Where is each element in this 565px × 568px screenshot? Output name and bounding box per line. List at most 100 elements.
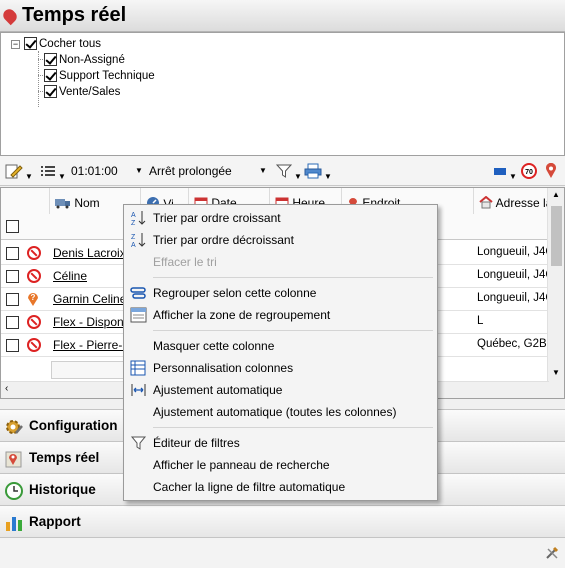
- menu-item-filter-editor[interactable]: Éditeur de filtres: [124, 432, 437, 454]
- menu-item-hide-auto-filter-row[interactable]: Cacher la ligne de filtre automatique: [124, 476, 437, 498]
- edit-dropdown[interactable]: ▼: [5, 163, 33, 181]
- nav-label: Temps réel: [29, 450, 100, 465]
- menu-item-label: Ajustement automatique (toutes les colon…: [153, 405, 397, 419]
- print-dropdown[interactable]: ▼: [304, 163, 332, 181]
- speed-limit-icon: 70: [521, 163, 537, 179]
- tree-item-vente-sales[interactable]: Vente/Sales: [44, 84, 120, 100]
- clock-icon: [5, 482, 23, 500]
- column-context-menu: AZ Trier par ordre croissant ZA Trier pa…: [123, 204, 438, 501]
- row-checkbox[interactable]: [6, 293, 19, 306]
- menu-item-label: Effacer le tri: [153, 255, 217, 269]
- menu-item-label: Trier par ordre croissant: [153, 211, 281, 225]
- row-address: L: [477, 315, 484, 327]
- status-select-value: Arrêt prolongée: [149, 164, 232, 178]
- tree-item-support-technique[interactable]: Support Technique: [44, 68, 155, 84]
- column-chooser-icon: [130, 360, 146, 376]
- sort-descending-icon: ZA: [131, 233, 146, 248]
- nav-rapport[interactable]: Rapport: [0, 505, 565, 537]
- tree-item-non-assigne[interactable]: Non-Assigné: [44, 52, 125, 68]
- row-checkbox[interactable]: [6, 247, 19, 260]
- title-bar: Temps réel: [0, 0, 565, 32]
- time-value: 01:01:00: [71, 164, 118, 178]
- speed-limit-button[interactable]: 70: [521, 163, 537, 179]
- row-name-link[interactable]: Céline: [53, 269, 87, 283]
- scroll-down-icon[interactable]: ▼: [552, 368, 560, 377]
- menu-item-sort-descending[interactable]: ZA Trier par ordre décroissant: [124, 229, 437, 251]
- sort-ascending-icon: AZ: [131, 211, 146, 226]
- group-by-icon: [130, 287, 146, 299]
- group-tree: − Cocher tous Non-Assigné Support Techniq…: [0, 32, 565, 156]
- svg-text:70: 70: [525, 169, 533, 176]
- page-title: Temps réel: [22, 4, 127, 26]
- row-address: Québec, G2B 4: [477, 338, 557, 350]
- nav-label: Historique: [29, 482, 96, 497]
- tree-root[interactable]: − Cocher tous: [11, 36, 101, 52]
- scroll-thumb[interactable]: [551, 206, 562, 266]
- menu-item-label: Masquer cette colonne: [153, 339, 275, 353]
- scroll-up-icon[interactable]: ▲: [552, 190, 560, 199]
- status-select[interactable]: Arrêt prolongée ▼: [149, 163, 267, 179]
- menu-item-best-fit[interactable]: Ajustement automatique: [124, 379, 437, 401]
- color-dropdown[interactable]: ▼: [493, 163, 517, 181]
- time-select[interactable]: 01:01:00 ▼: [71, 163, 143, 179]
- map-pin-button[interactable]: [544, 162, 558, 179]
- column-label: Nom: [74, 196, 100, 210]
- menu-item-label: Regrouper selon cette colonne: [153, 286, 317, 300]
- row-checkbox[interactable]: [6, 270, 19, 283]
- scroll-left-icon[interactable]: ‹: [5, 383, 8, 394]
- filter-dropdown[interactable]: ▼: [275, 163, 302, 181]
- row-address: Longueuil, J4G: [477, 292, 555, 304]
- menu-item-show-group-panel[interactable]: Afficher la zone de regroupement: [124, 304, 437, 326]
- map-icon: [5, 451, 22, 468]
- check-all-checkbox[interactable]: [24, 37, 37, 50]
- question-pin-icon: ?: [28, 293, 38, 306]
- vertical-scrollbar[interactable]: ▲ ▼: [547, 188, 564, 398]
- list-dropdown[interactable]: ▼: [40, 163, 66, 181]
- toolbar: ▼ ▼ 01:01:00 ▼ Arrêt prolongée ▼ ▼ ▼ ▼ 7…: [0, 156, 565, 186]
- column-header-adresse[interactable]: Adresse la: [479, 195, 552, 210]
- row-checkbox[interactable]: [6, 339, 19, 352]
- menu-item-label: Ajustement automatique: [153, 383, 283, 397]
- nav-label: Rapport: [29, 514, 81, 529]
- auto-filter-cell[interactable]: [51, 361, 131, 379]
- menu-item-best-fit-all[interactable]: Ajustement automatique (toutes les colon…: [124, 401, 437, 423]
- row-name-link[interactable]: Flex - Disponibl: [53, 315, 125, 329]
- menu-item-group-by-column[interactable]: Regrouper selon cette colonne: [124, 282, 437, 304]
- map-pin-icon: [546, 162, 556, 178]
- column-header-nom[interactable]: Nom: [55, 196, 100, 210]
- row-name-link[interactable]: Flex - Pierre-Luc: [53, 338, 125, 352]
- tree-item-checkbox[interactable]: [44, 53, 57, 66]
- svg-text:Z: Z: [131, 234, 136, 241]
- stop-status-icon: [27, 246, 41, 260]
- row-address: Longueuil, J4G: [477, 269, 555, 281]
- menu-separator: [153, 427, 433, 428]
- truck-icon: [55, 199, 70, 209]
- tree-item-checkbox[interactable]: [44, 69, 57, 82]
- row-name-link[interactable]: Garnin Celine: [53, 292, 125, 306]
- row-checkbox[interactable]: [6, 316, 19, 329]
- menu-separator: [153, 330, 433, 331]
- nav-label: Configuration: [29, 418, 118, 433]
- list-icon: [41, 166, 55, 176]
- tools-icon[interactable]: [545, 546, 559, 560]
- tree-item-checkbox[interactable]: [44, 85, 57, 98]
- menu-separator: [153, 277, 433, 278]
- menu-item-column-chooser[interactable]: Personnalisation colonnes: [124, 357, 437, 379]
- funnel-icon: [275, 164, 293, 178]
- svg-text:A: A: [131, 212, 136, 219]
- menu-item-clear-sort[interactable]: Effacer le tri: [124, 251, 437, 273]
- menu-item-label: Éditeur de filtres: [153, 436, 240, 450]
- menu-item-sort-ascending[interactable]: AZ Trier par ordre croissant: [124, 207, 437, 229]
- bar-chart-icon: [6, 517, 22, 531]
- menu-item-hide-column[interactable]: Masquer cette colonne: [124, 335, 437, 357]
- collapse-icon[interactable]: −: [11, 40, 20, 49]
- stop-status-icon: [27, 269, 41, 283]
- stop-status-icon: [27, 338, 41, 352]
- svg-text:A: A: [131, 242, 136, 248]
- house-icon: [479, 195, 493, 209]
- menu-item-label: Personnalisation colonnes: [153, 361, 294, 375]
- select-all-checkbox[interactable]: [6, 220, 19, 233]
- row-name-link[interactable]: Denis Lacroix: [53, 246, 125, 260]
- menu-item-show-search-panel[interactable]: Afficher le panneau de recherche: [124, 454, 437, 476]
- stop-status-icon: [27, 315, 41, 329]
